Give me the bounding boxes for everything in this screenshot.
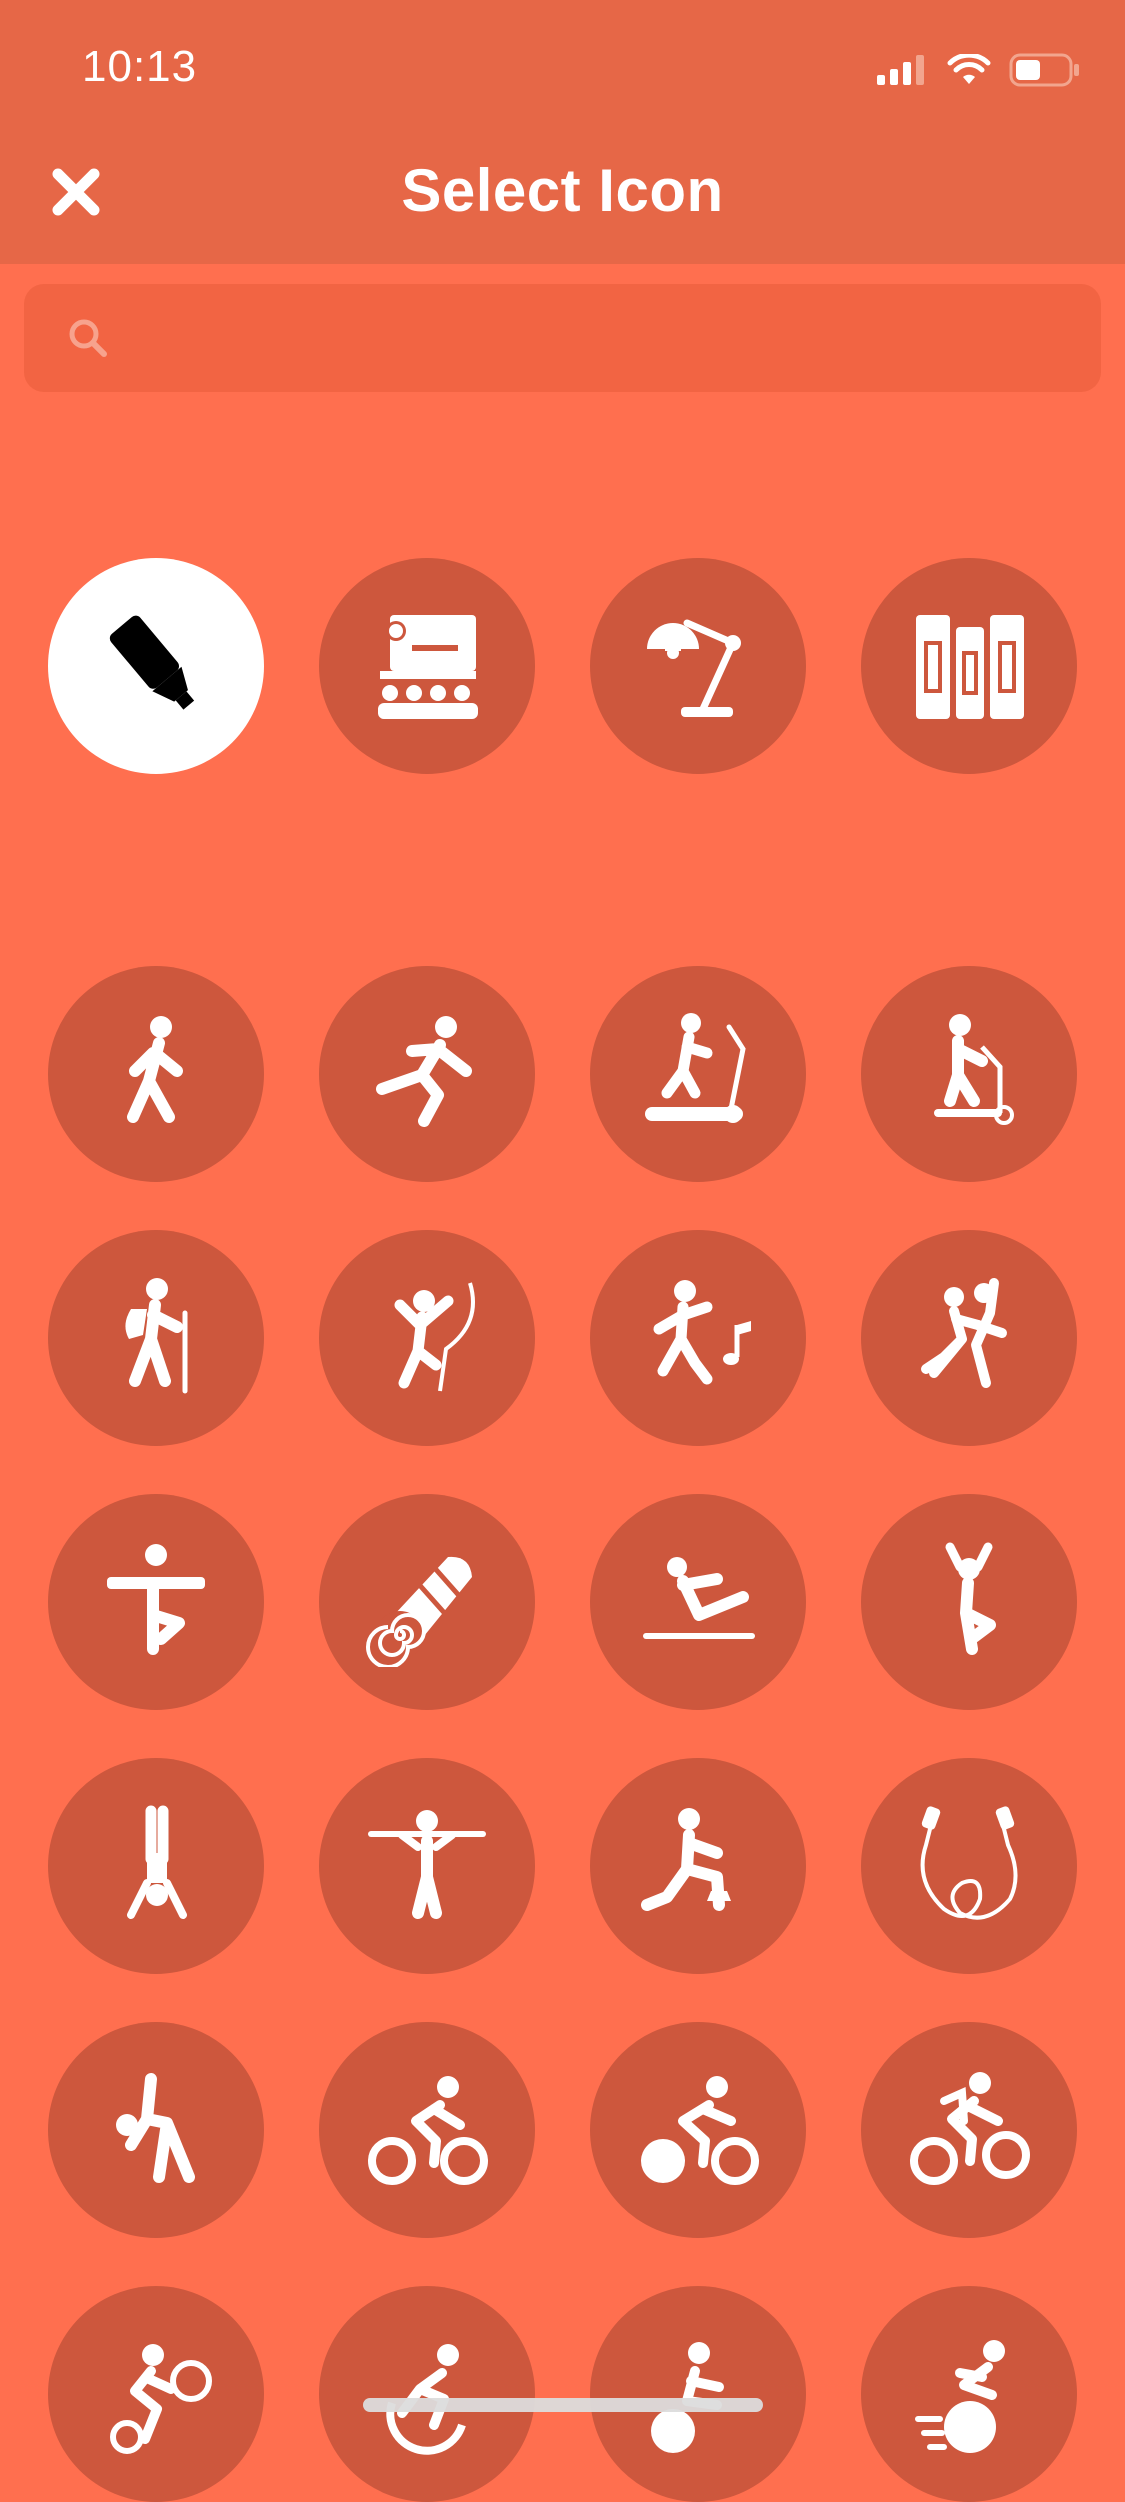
top-bar: 10:13 Select Icon	[0, 0, 1125, 264]
icon-tile-elliptical[interactable]	[861, 966, 1077, 1182]
icon-tile-jump-rope[interactable]	[861, 1758, 1077, 1974]
wheelchair-icon	[386, 2344, 466, 2455]
yoga-pose-icon	[107, 1544, 205, 1655]
icon-tile-yoga-mat[interactable]	[319, 1494, 535, 1710]
walking-icon	[127, 1016, 183, 1123]
icon-tile-books[interactable]	[861, 558, 1077, 774]
wheelchair-pushing-icon	[110, 2344, 212, 2454]
status-time: 10:13	[82, 42, 198, 91]
wheelchair-racing-icon	[915, 2340, 1005, 2453]
jump-rope-icon	[920, 1806, 1018, 1920]
icon-tile-partner-dance[interactable]	[861, 1230, 1077, 1446]
wifi-icon	[947, 54, 991, 84]
dancing-icon	[653, 1280, 751, 1385]
icon-tile-highlighter[interactable]	[48, 558, 264, 774]
highlighter-icon	[109, 615, 195, 710]
cellular-signal-icon	[877, 55, 924, 85]
treadmill-icon	[645, 1013, 746, 1123]
search-bar[interactable]	[24, 284, 1101, 392]
icon-tile-weightlifting[interactable]	[319, 1758, 535, 1974]
search-icon	[62, 312, 114, 364]
icon-tile-handstand[interactable]	[48, 1758, 264, 1974]
cycling-icon	[368, 2076, 488, 2185]
icon-tile-wheelchair-pushing[interactable]	[48, 2286, 264, 2502]
icon-tile-treadmill[interactable]	[590, 966, 806, 1182]
running-icon	[376, 1016, 472, 1127]
page-title: Select Icon	[401, 157, 724, 224]
icon-tile-walking[interactable]	[48, 966, 264, 1182]
icon-tile-core-training[interactable]	[590, 1494, 806, 1710]
core-training-icon	[643, 1557, 755, 1639]
icon-tile-lunge[interactable]	[590, 1758, 806, 1974]
desk-lamp-icon	[647, 619, 741, 717]
icon-tile-wheelchair[interactable]	[319, 2286, 535, 2502]
handcycle-icon	[651, 2342, 724, 2453]
yoga-mat-icon	[366, 1556, 472, 1667]
indoor-cycling-icon	[641, 2076, 759, 2185]
icon-tile-climbing[interactable]	[319, 1230, 535, 1446]
status-icons	[877, 50, 1081, 90]
cheerleading-icon	[945, 1542, 996, 1655]
icon-tile-classroom[interactable]	[319, 558, 535, 774]
elliptical-icon	[934, 1014, 1014, 1125]
home-indicator	[363, 2398, 763, 2412]
partner-dance-icon	[921, 1278, 1007, 1388]
handstand-icon	[127, 1805, 187, 1919]
climbing-icon	[394, 1282, 475, 1392]
icon-tile-hiking[interactable]	[48, 1230, 264, 1446]
battery-icon	[1009, 53, 1079, 87]
icon-tile-cheerleading[interactable]	[861, 1494, 1077, 1710]
icon-tile-indoor-cycling[interactable]	[590, 2022, 806, 2238]
icon-tile-stretching[interactable]	[48, 2022, 264, 2238]
lunge-icon	[641, 1808, 731, 1911]
icon-tile-cycling[interactable]	[319, 2022, 535, 2238]
books-icon	[916, 615, 1024, 719]
icon-tile-desk-lamp[interactable]	[590, 558, 806, 774]
search-input[interactable]	[114, 284, 1101, 392]
icon-tile-yoga-pose[interactable]	[48, 1494, 264, 1710]
stretching-icon	[116, 2073, 195, 2183]
icon-tile-wheelchair-racing[interactable]	[861, 2286, 1077, 2502]
icon-tile-dancing[interactable]	[590, 1230, 806, 1446]
hiking-icon	[125, 1278, 188, 1394]
icon-tile-mountain-biking[interactable]	[861, 2022, 1077, 2238]
icon-tile-handcycle[interactable]	[590, 2286, 806, 2502]
weightlifting-icon	[368, 1810, 486, 1919]
classroom-icon	[378, 615, 478, 719]
icon-tile-running[interactable]	[319, 966, 535, 1182]
mountain-biking-icon	[910, 2072, 1030, 2185]
